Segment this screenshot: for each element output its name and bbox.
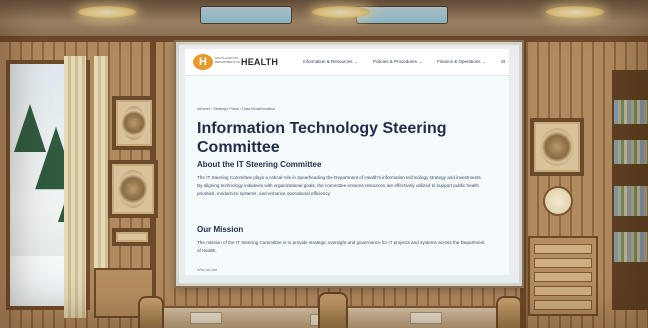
mission-text: The mission of the IT Steering Committee…	[197, 240, 485, 253]
chair	[496, 296, 522, 328]
nav-item-label: Information & Resources	[303, 59, 353, 64]
books	[614, 232, 648, 262]
nav-item-information-resources[interactable]: Information & Resources ⌄	[303, 59, 358, 64]
curtain	[64, 56, 86, 318]
chevron-right-icon: ›	[239, 107, 242, 111]
ceiling-lamp	[312, 6, 370, 18]
skylight	[356, 6, 448, 24]
nav-item-finance-operations[interactable]: Finance & Operations ⌄	[437, 59, 486, 64]
wall-plaque	[112, 228, 152, 246]
nav-item-label: St	[501, 59, 506, 64]
page-title: Information Technology Steering Committe…	[197, 120, 447, 156]
nav-item-label: Finance & Operations	[437, 59, 481, 64]
wall-picture	[112, 96, 156, 150]
breadcrumb: Intranet › Strategic Plans › Data Modern…	[197, 107, 275, 111]
logo-title[interactable]: HEALTH	[241, 57, 278, 67]
ceiling-lamp	[78, 6, 136, 18]
wall-clock-icon	[543, 186, 573, 216]
logo-icon[interactable]: H	[193, 54, 213, 70]
breadcrumb-link[interactable]: Intranet	[197, 107, 210, 111]
chair	[138, 296, 164, 328]
breadcrumb-current: Data Modernization	[242, 107, 276, 111]
projected-webpage: H SOUTH DAKOTA DEPARTMENT OF HEALTH Info…	[185, 49, 509, 275]
ceiling	[0, 0, 648, 38]
ceiling-lamp	[546, 6, 604, 18]
chevron-down-icon: ⌄	[354, 59, 358, 64]
document-on-table	[190, 312, 222, 324]
nav-item-truncated[interactable]: St	[501, 59, 505, 64]
filing-cabinet	[528, 236, 598, 316]
chevron-down-icon: ⌄	[482, 59, 486, 64]
projector-screen: H SOUTH DAKOTA DEPARTMENT OF HEALTH Info…	[176, 42, 522, 286]
document-on-table	[410, 312, 442, 324]
who-we-are-heading: Who we are	[197, 268, 218, 272]
books	[614, 186, 648, 216]
about-heading: About the IT Steering Committee	[197, 160, 322, 169]
nav-item-label: Policies & Procedures	[373, 59, 418, 64]
wall-picture	[108, 160, 158, 218]
about-text: The IT Steering Committee plays a critic…	[197, 175, 482, 196]
books	[614, 140, 648, 164]
mission-heading: Our Mission	[197, 225, 244, 234]
nav-item-policies-procedures[interactable]: Policies & Procedures ⌄	[373, 59, 422, 64]
site-header: H SOUTH DAKOTA DEPARTMENT OF HEALTH Info…	[185, 49, 509, 76]
chevron-down-icon: ⌄	[419, 59, 423, 64]
logo-subtitle: SOUTH DAKOTA DEPARTMENT OF	[215, 56, 241, 64]
breadcrumb-link[interactable]: Strategic Plans	[213, 107, 239, 111]
books	[614, 100, 648, 124]
wall-picture	[530, 118, 584, 176]
chair	[318, 292, 348, 328]
skylight	[200, 6, 292, 24]
